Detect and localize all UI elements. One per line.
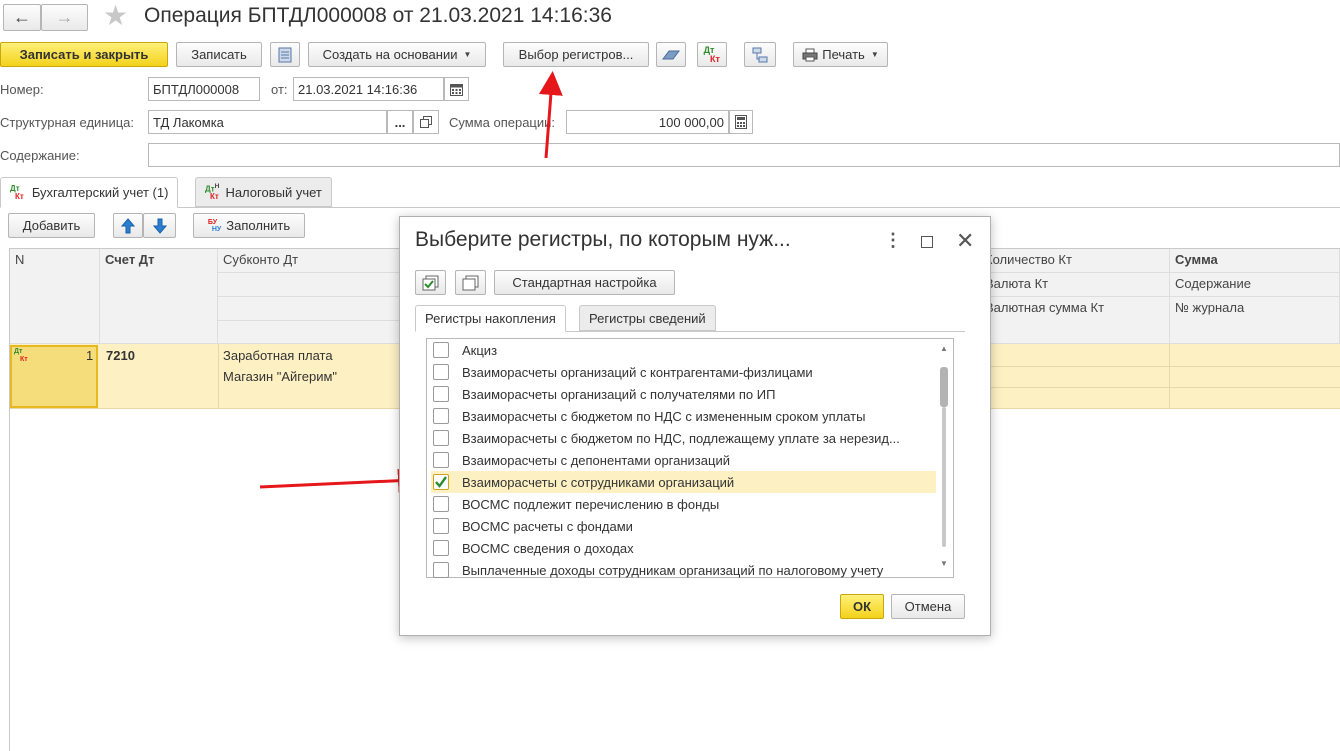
checkbox[interactable] [433, 562, 449, 578]
tab-info-label: Регистры сведений [589, 310, 706, 326]
maximize-icon[interactable] [921, 236, 933, 248]
register-item-label: Взаиморасчеты с бюджетом по НДС с измене… [462, 408, 866, 424]
scrollbar-track [942, 407, 946, 547]
register-item-label: ВОСМС подлежит перечислению в фонды [462, 496, 720, 512]
checkmark-icon [435, 476, 447, 488]
register-item-label: ВОСМС расчеты с фондами [462, 518, 633, 534]
register-item-label: Взаиморасчеты организаций с контрагентам… [462, 364, 813, 380]
arrow-to-checked-item [259, 468, 422, 493]
tab-accumulation-registers[interactable]: Регистры накопления [415, 305, 566, 332]
ok-button[interactable]: ОК [840, 594, 884, 619]
register-item-label: Выплаченные доходы сотрудникам организац… [462, 562, 884, 578]
tab-info-registers[interactable]: Регистры сведений [579, 305, 716, 331]
checkbox[interactable] [433, 496, 449, 512]
checkbox-checked[interactable] [433, 474, 449, 490]
scroll-up-icon[interactable]: ▲ [940, 344, 948, 353]
register-item-label: ВОСМС сведения о доходах [462, 540, 634, 556]
register-list-item[interactable]: Взаиморасчеты с бюджетом по НДС, подлежа… [431, 427, 936, 449]
dialog-title: Выберите регистры, по которым нуж... [415, 228, 791, 251]
register-list-item[interactable]: Выплаченные доходы сотрудникам организац… [431, 559, 936, 581]
register-list-item[interactable]: Взаиморасчеты организаций с контрагентам… [431, 361, 936, 383]
register-list-item[interactable]: Взаиморасчеты с бюджетом по НДС с измене… [431, 405, 936, 427]
checkbox[interactable] [433, 342, 449, 358]
cancel-button[interactable]: Отмена [891, 594, 965, 619]
register-list-item[interactable]: ВОСМС сведения о доходах [431, 537, 936, 559]
register-list-item[interactable]: Взаиморасчеты организаций с получателями… [431, 383, 936, 405]
checkbox[interactable] [433, 386, 449, 402]
uncheck-all-button[interactable] [455, 270, 486, 295]
register-item-label: Акциз [462, 342, 498, 358]
scroll-down-icon[interactable]: ▼ [940, 559, 948, 568]
check-all-icon [422, 275, 438, 290]
tab-accumulation-label: Регистры накопления [425, 311, 556, 326]
checkbox[interactable] [433, 430, 449, 446]
close-icon[interactable]: ✕ [956, 228, 974, 254]
arrow-to-select-registers [538, 71, 563, 159]
checkbox[interactable] [433, 408, 449, 424]
scrollbar-thumb[interactable] [940, 367, 948, 407]
standard-settings-button[interactable]: Стандартная настройка [494, 270, 675, 295]
register-item-label: Взаиморасчеты организаций с получателями… [462, 386, 776, 402]
more-menu-icon[interactable]: ⋮ [884, 230, 902, 251]
register-list-item[interactable]: Взаиморасчеты с депонентами организаций [431, 449, 936, 471]
checkbox[interactable] [433, 540, 449, 556]
register-list-item[interactable]: ВОСМС подлежит перечислению в фонды [431, 493, 936, 515]
checkbox[interactable] [433, 452, 449, 468]
register-list-item[interactable]: ВОСМС расчеты с фондами [431, 515, 936, 537]
register-item-label: Взаиморасчеты с депонентами организаций [462, 452, 730, 468]
register-list-item[interactable]: Акциз [431, 339, 936, 361]
check-all-button[interactable] [415, 270, 446, 295]
register-list-item[interactable]: Взаиморасчеты с сотрудниками организаций [431, 471, 936, 493]
register-item-label: Взаиморасчеты с бюджетом по НДС, подлежа… [462, 430, 900, 446]
checkbox[interactable] [433, 364, 449, 380]
checkbox[interactable] [433, 518, 449, 534]
uncheck-all-icon [462, 275, 478, 290]
register-item-label: Взаиморасчеты с сотрудниками организаций [462, 474, 735, 490]
